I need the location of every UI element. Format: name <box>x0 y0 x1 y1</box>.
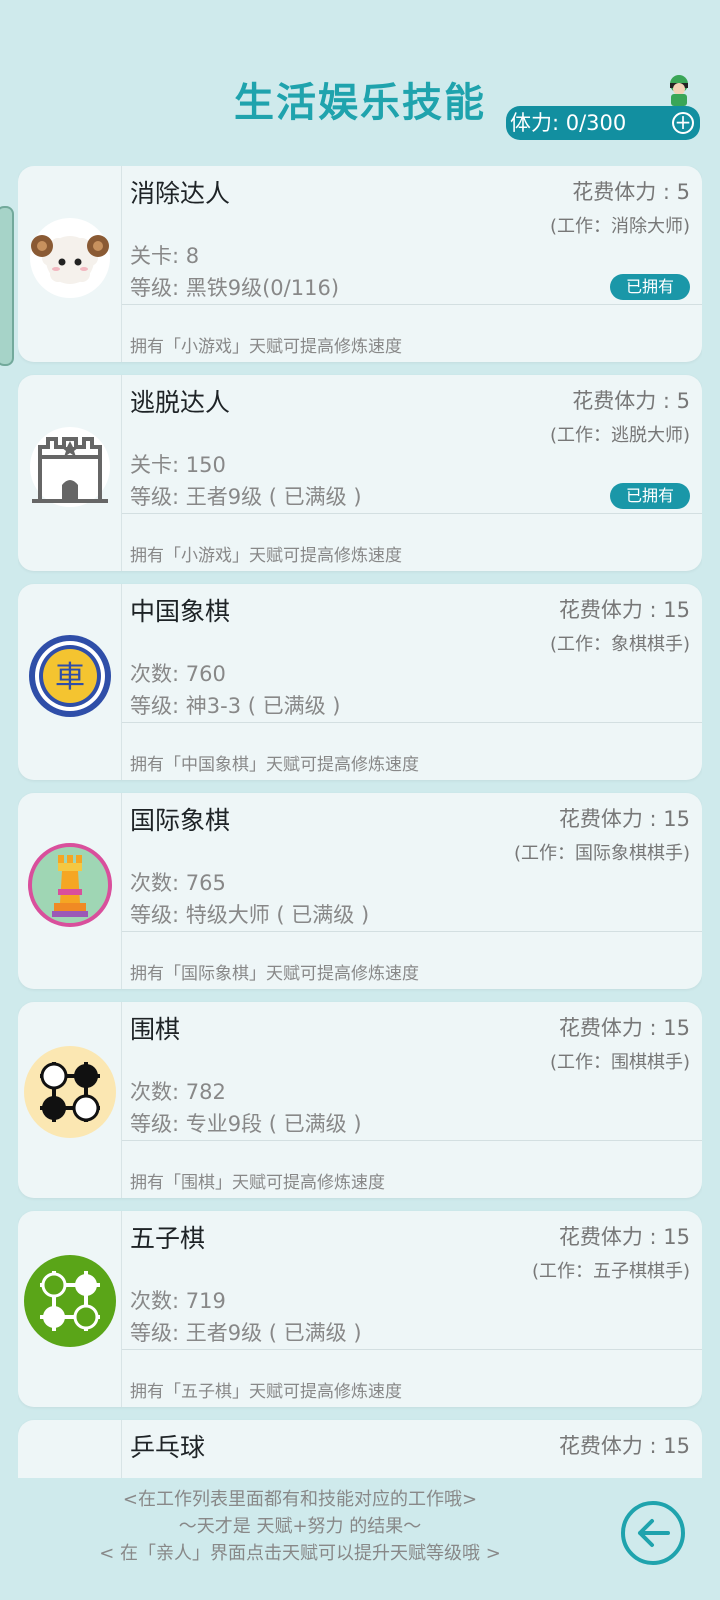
related-job: (工作：逃脱大师) <box>549 425 690 446</box>
talent-hint: 拥有「国际象棋」天赋可提高修炼速度 <box>130 964 419 984</box>
card-icon-column <box>18 1002 122 1198</box>
gomoku-icon <box>24 1255 116 1347</box>
talent-hint: 拥有「中国象棋」天赋可提高修炼速度 <box>130 755 419 775</box>
skill-name: 中国象棋 <box>130 597 231 626</box>
stamina-cost: 花费体力 : 15 <box>558 1016 690 1040</box>
card-divider <box>122 931 702 932</box>
card-icon-column <box>18 375 122 571</box>
go-stones-icon <box>24 1046 116 1138</box>
skill-level: 等级: 王者9级 ( 已满级 ) <box>130 485 362 509</box>
footer-notes: <在工作列表里面都有和技能对应的工作哦> ～天才是 天赋+努力 的结果～ < 在… <box>60 1486 540 1567</box>
sheep-icon <box>30 218 110 298</box>
footer-line-1: <在工作列表里面都有和技能对应的工作哦> <box>122 1489 478 1510</box>
skill-level: 等级: 王者9级 ( 已满级 ) <box>130 1321 362 1345</box>
related-job: (工作：国际象棋棋手) <box>513 843 690 864</box>
skill-name: 围棋 <box>130 1015 181 1044</box>
skill-name: 国际象棋 <box>130 806 231 835</box>
card-icon-column <box>18 166 122 362</box>
related-job: (工作：围棋棋手) <box>549 1052 690 1073</box>
skill-level: 等级: 黑铁9级(0/116) <box>130 276 340 300</box>
related-job: (工作：消除大师) <box>549 216 690 237</box>
skill-card-xiangqi[interactable]: 車 中国象棋 花费体力 : 15 (工作：象棋棋手) 次数: 760 等级: 神… <box>18 584 702 780</box>
stamina-cost: 花费体力 : 15 <box>558 1434 690 1458</box>
card-divider <box>122 513 702 514</box>
play-count: 次数: 782 <box>130 1080 226 1104</box>
stamina-cost: 花费体力 : 15 <box>558 1225 690 1249</box>
footer-line-2: ～天才是 天赋+努力 的结果～ <box>178 1516 422 1537</box>
card-divider <box>122 304 702 305</box>
play-count: 次数: 719 <box>130 1289 226 1313</box>
header: 生活娱乐技能 体力: 0/300 + <box>0 0 720 160</box>
owned-badge: 已拥有 <box>610 483 690 509</box>
related-job: (工作：五子棋棋手) <box>531 1261 690 1282</box>
skill-card-gomoku[interactable]: 五子棋 花费体力 : 15 (工作：五子棋棋手) 次数: 719 等级: 王者9… <box>18 1211 702 1407</box>
play-count: 关卡: 150 <box>130 453 226 477</box>
card-divider <box>122 1349 702 1350</box>
play-count: 关卡: 8 <box>130 244 200 268</box>
chess-rook-icon <box>28 843 112 927</box>
stamina-cost: 花费体力 : 15 <box>558 807 690 831</box>
side-drawer-handle[interactable] <box>0 206 14 366</box>
related-job: (工作：象棋棋手) <box>549 634 690 655</box>
skill-level: 等级: 神3-3 ( 已满级 ) <box>130 694 341 718</box>
owned-badge: 已拥有 <box>610 274 690 300</box>
talent-hint: 拥有「小游戏」天赋可提高修炼速度 <box>130 337 402 357</box>
card-divider <box>122 1140 702 1141</box>
skill-level: 等级: 特级大师 ( 已满级 ) <box>130 903 370 927</box>
skill-card-pingpong[interactable]: 乒乓球 花费体力 : 15 <box>18 1420 702 1478</box>
skill-name: 乒乓球 <box>130 1433 206 1462</box>
footer-line-3: < 在「亲人」界面点击天赋可以提升天赋等级哦 > <box>99 1543 501 1564</box>
skill-level: 等级: 专业9段 ( 已满级 ) <box>130 1112 362 1136</box>
talent-hint: 拥有「小游戏」天赋可提高修炼速度 <box>130 546 402 566</box>
stamina-indicator: 体力: 0/300 + <box>506 106 700 140</box>
stamina-cost: 花费体力 : 15 <box>558 598 690 622</box>
skill-card-elimination[interactable]: 消除达人 花费体力 : 5 (工作：消除大师) 关卡: 8 等级: 黑铁9级(0… <box>18 166 702 362</box>
skill-card-go[interactable]: 围棋 花费体力 : 15 (工作：围棋棋手) 次数: 782 等级: 专业9段 … <box>18 1002 702 1198</box>
chariot-char: 車 <box>55 660 85 695</box>
talent-hint: 拥有「五子棋」天赋可提高修炼速度 <box>130 1382 402 1402</box>
add-stamina-button[interactable]: + <box>672 112 694 134</box>
skill-name: 五子棋 <box>130 1224 206 1253</box>
skill-card-chess[interactable]: 国际象棋 花费体力 : 15 (工作：国际象棋棋手) 次数: 765 等级: 特… <box>18 793 702 989</box>
play-count: 次数: 765 <box>130 871 226 895</box>
card-icon-column <box>18 1211 122 1407</box>
castle-icon <box>30 427 110 507</box>
skill-name: 消除达人 <box>130 179 231 208</box>
skill-list: 消除达人 花费体力 : 5 (工作：消除大师) 关卡: 8 等级: 黑铁9级(0… <box>18 166 702 1478</box>
avatar-icon <box>670 75 688 106</box>
skill-card-escape[interactable]: 逃脱达人 花费体力 : 5 (工作：逃脱大师) 关卡: 150 等级: 王者9级… <box>18 375 702 571</box>
stamina-cost: 花费体力 : 5 <box>572 389 690 413</box>
back-arrow-icon[interactable] <box>620 1500 686 1566</box>
stamina-cost: 花费体力 : 5 <box>572 180 690 204</box>
stamina-label: 体力: 0/300 <box>510 111 627 135</box>
card-icon-column <box>18 1420 122 1478</box>
talent-hint: 拥有「围棋」天赋可提高修炼速度 <box>130 1173 385 1193</box>
card-divider <box>122 722 702 723</box>
skill-name: 逃脱达人 <box>130 388 231 417</box>
xiangqi-chariot-icon: 車 <box>29 635 111 717</box>
card-icon-column <box>18 793 122 989</box>
card-icon-column: 車 <box>18 584 122 780</box>
play-count: 次数: 760 <box>130 662 226 686</box>
